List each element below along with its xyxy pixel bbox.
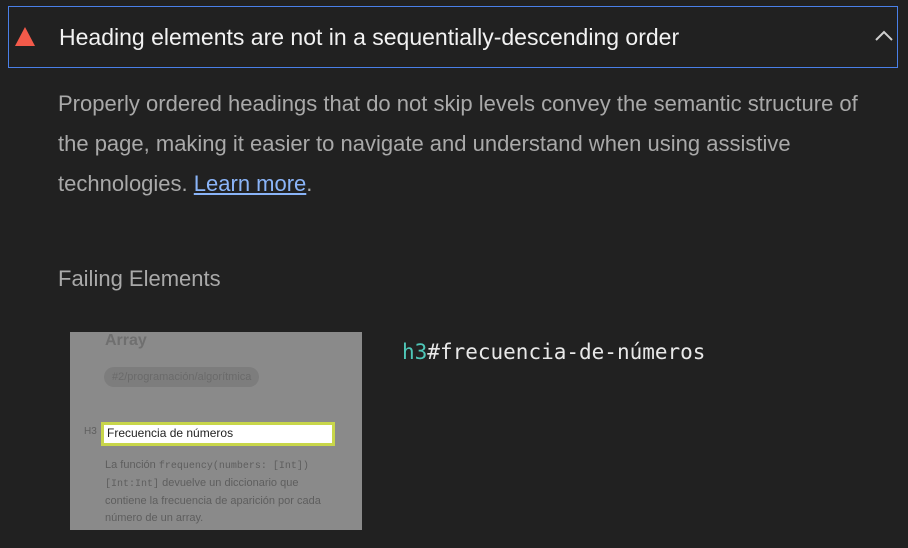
thumbnail-level-label: H3 — [84, 426, 97, 437]
thumbnail-body-before: La función — [105, 459, 156, 471]
chevron-up-icon[interactable] — [873, 25, 895, 47]
warning-triangle-icon — [15, 27, 35, 46]
selector-tag: h3 — [402, 340, 428, 364]
audit-description: Properly ordered headings that do not sk… — [58, 84, 858, 204]
thumbnail-code-2: [Int:Int] — [105, 479, 160, 490]
element-screenshot-thumbnail[interactable]: Array #2/programación/algorítmica H3 Fre… — [70, 332, 362, 530]
thumbnail-code-1: frequency(numbers: [Int]) — [158, 461, 309, 472]
selector-id: #frecuencia-de-números — [427, 340, 706, 364]
failing-element-selector[interactable]: h3#frecuencia-de-números — [402, 340, 705, 364]
audit-header[interactable]: Heading elements are not in a sequential… — [8, 6, 898, 68]
description-period: . — [306, 171, 313, 196]
thumbnail-tag: #2/programación/algorítmica — [104, 367, 260, 387]
thumbnail-body-text: La función frequency(numbers: [Int]) [In… — [105, 457, 325, 527]
audit-title: Heading elements are not in a sequential… — [59, 24, 680, 50]
learn-more-link[interactable]: Learn more — [194, 171, 307, 196]
failing-elements-title: Failing Elements — [58, 266, 221, 291]
thumbnail-heading: Array — [105, 332, 147, 349]
thumbnail-highlighted-heading: Frecuencia de números — [107, 426, 234, 440]
thumbnail-highlight-box: Frecuencia de números — [101, 422, 335, 446]
description-text: Properly ordered headings that do not sk… — [58, 91, 858, 196]
